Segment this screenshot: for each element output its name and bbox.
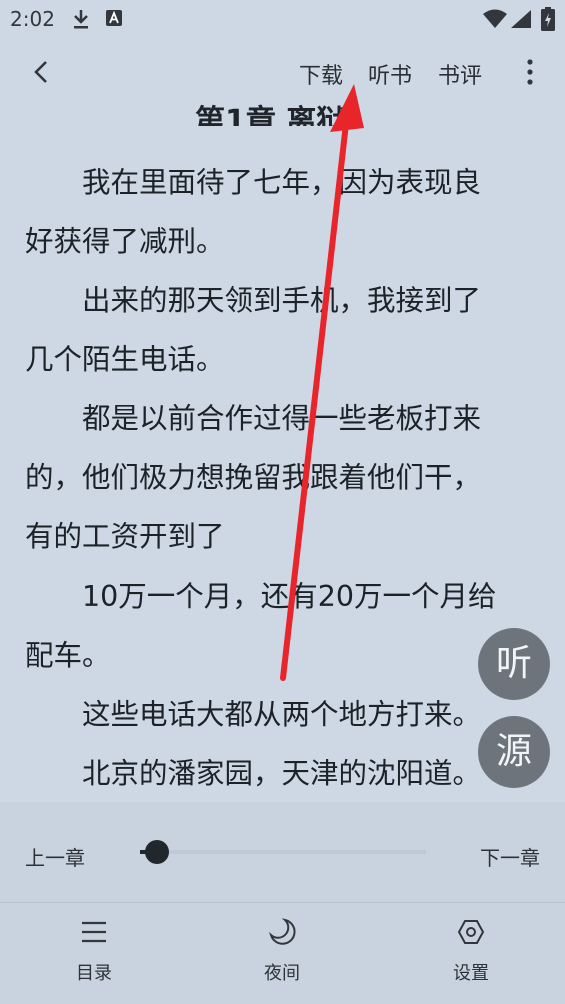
moon-icon — [269, 918, 296, 945]
list-icon — [82, 921, 106, 943]
catalog-label: 目录 — [76, 963, 112, 984]
night-mode-button[interactable]: 夜间 — [237, 917, 327, 997]
night-label: 夜间 — [264, 963, 300, 984]
settings-label: 设置 — [453, 963, 489, 984]
next-chapter-button[interactable]: 下一章 — [480, 842, 540, 871]
catalog-button[interactable]: 目录 — [49, 917, 139, 997]
previous-chapter-button[interactable]: 上一章 — [25, 842, 85, 871]
reader-bottom-panel: 上一章 下一章 目录 夜间 设置 — [0, 802, 565, 1004]
chapter-progress-track[interactable] — [140, 850, 426, 854]
settings-button[interactable]: 设置 — [426, 917, 516, 997]
settings-hex-icon — [457, 920, 485, 944]
source-fab[interactable]: 源 — [478, 716, 550, 788]
listen-fab[interactable]: 听 — [478, 628, 550, 700]
divider — [0, 902, 565, 903]
chapter-progress-thumb[interactable] — [145, 840, 170, 864]
